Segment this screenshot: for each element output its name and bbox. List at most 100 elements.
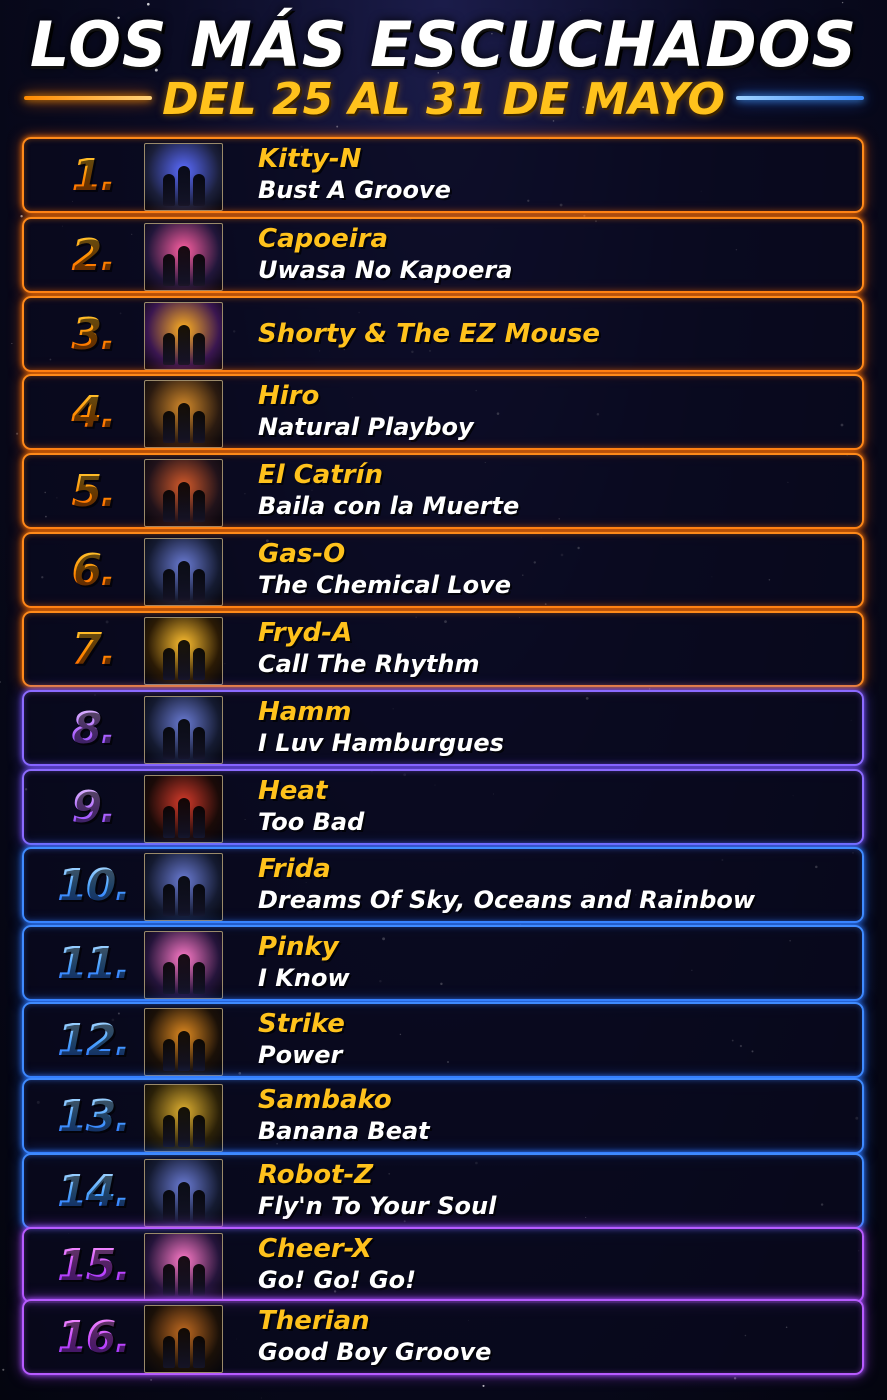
rank-number: 4. [71, 386, 116, 438]
ranking-row: 9. Heat Too Bad [22, 769, 864, 845]
cover-figure [178, 325, 190, 365]
rank-number: 2. [71, 229, 116, 281]
ranking-row: 16. Therian Good Boy Groove [22, 1299, 864, 1375]
cover-figure [163, 1190, 175, 1222]
cover-figure [193, 569, 205, 601]
cover-figure [163, 333, 175, 365]
cover-figure [193, 1336, 205, 1368]
cover-figure [163, 1115, 175, 1147]
cover-figure [163, 1336, 175, 1368]
cover-figure [193, 1264, 205, 1296]
cover-figure [163, 1264, 175, 1296]
cover-figure [178, 166, 190, 206]
album-cover-image [144, 1084, 223, 1152]
ranking-row: 11. Pinky I Know [22, 925, 864, 1001]
artist-name: Kitty-N [258, 144, 362, 174]
song-title: Power [258, 1041, 343, 1069]
header-accent-line-right [736, 96, 864, 100]
rank-number: 9. [71, 781, 116, 833]
ranking-row: 3. Shorty & The EZ Mouse [22, 296, 864, 372]
song-title: Call The Rhythm [258, 650, 480, 678]
cover-figure [193, 490, 205, 522]
entry-text: Pinky I Know [258, 927, 350, 999]
artist-name: Hamm [258, 697, 352, 727]
star-dot [11, 343, 13, 344]
cover-figure [178, 482, 190, 522]
entry-text: Fryd-A Call The Rhythm [258, 613, 479, 685]
ranking-row: 13. Sambako Banana Beat [22, 1078, 864, 1154]
entry-text: El Catrín Baila con la Muerte [258, 455, 519, 527]
artist-name: Robot-Z [258, 1160, 374, 1190]
entry-text: Heat Too Bad [258, 771, 364, 843]
album-cover-image [144, 380, 223, 448]
entry-text: Strike Power [258, 1004, 345, 1076]
album-cover-image [144, 1305, 223, 1373]
cover-figure [163, 411, 175, 443]
entry-text: Capoeira Uwasa No Kapoera [258, 219, 512, 291]
cover-figure [163, 174, 175, 206]
song-title: Bust A Groove [258, 176, 451, 204]
album-cover-image [144, 853, 223, 921]
artist-name: Fryd-A [258, 618, 353, 648]
cover-figure [193, 648, 205, 680]
album-cover-image [144, 1008, 223, 1076]
artist-name: Pinky [258, 932, 339, 962]
entry-text: Sambako Banana Beat [258, 1080, 430, 1152]
cover-figure [178, 403, 190, 443]
album-cover-image [144, 143, 223, 211]
star-dot [0, 681, 1, 683]
cover-figure [178, 798, 190, 838]
cover-figure [178, 876, 190, 916]
ranking-row: 7. Fryd-A Call The Rhythm [22, 611, 864, 687]
cover-figure [193, 727, 205, 759]
album-cover-image [144, 1233, 223, 1301]
rank-number: 14. [57, 1165, 131, 1217]
artist-name: El Catrín [258, 460, 384, 490]
cover-figure [163, 254, 175, 286]
song-title: Fly'n To Your Soul [258, 1192, 497, 1220]
album-cover-image [144, 538, 223, 606]
entry-text: Shorty & The EZ Mouse [258, 298, 600, 370]
cover-figure [178, 1328, 190, 1368]
song-title: Banana Beat [258, 1117, 430, 1145]
ranking-row: 10. Frida Dreams Of Sky, Oceans and Rainbo… [22, 847, 864, 923]
cover-figure [193, 254, 205, 286]
cover-figure [178, 1256, 190, 1296]
ranking-row: 2. Capoeira Uwasa No Kapoera [22, 217, 864, 293]
rank-number: 16. [57, 1311, 131, 1363]
artist-name: Cheer-X [258, 1234, 372, 1264]
artist-name: Gas-O [258, 539, 346, 569]
cover-figure [193, 1039, 205, 1071]
cover-figure [193, 806, 205, 838]
cover-figure [193, 333, 205, 365]
entry-text: Frida Dreams Of Sky, Oceans and Rainbow [258, 849, 755, 921]
cover-figure [193, 884, 205, 916]
cover-figure [178, 719, 190, 759]
song-title: Natural Playboy [258, 413, 474, 441]
ranking-row: 5. El Catrín Baila con la Muerte [22, 453, 864, 529]
star-dot [2, 1368, 5, 1371]
rank-number: 10. [57, 859, 131, 911]
rank-number: 12. [57, 1014, 131, 1066]
album-cover-image [144, 302, 223, 370]
entry-text: Cheer-X Go! Go! Go! [258, 1229, 416, 1301]
album-cover-image [144, 223, 223, 291]
cover-figure [178, 640, 190, 680]
artist-name: Hiro [258, 381, 320, 411]
album-cover-image [144, 696, 223, 764]
album-cover-image [144, 931, 223, 999]
header: LOS MÁS ESCUCHADOS DEL 25 AL 31 DE MAYO [0, 0, 887, 135]
page-title: LOS MÁS ESCUCHADOS [29, 8, 858, 81]
song-title: Baila con la Muerte [258, 492, 520, 520]
cover-figure [163, 884, 175, 916]
album-cover-image [144, 617, 223, 685]
cover-figure [193, 411, 205, 443]
song-title: Good Boy Groove [258, 1338, 492, 1366]
cover-figure [178, 1031, 190, 1071]
cover-figure [193, 1115, 205, 1147]
rank-number: 7. [71, 623, 116, 675]
entry-text: Hiro Natural Playboy [258, 376, 474, 448]
cover-figure [163, 1039, 175, 1071]
entry-text: Hamm I Luv Hamburgues [258, 692, 504, 764]
rank-number: 13. [57, 1090, 131, 1142]
